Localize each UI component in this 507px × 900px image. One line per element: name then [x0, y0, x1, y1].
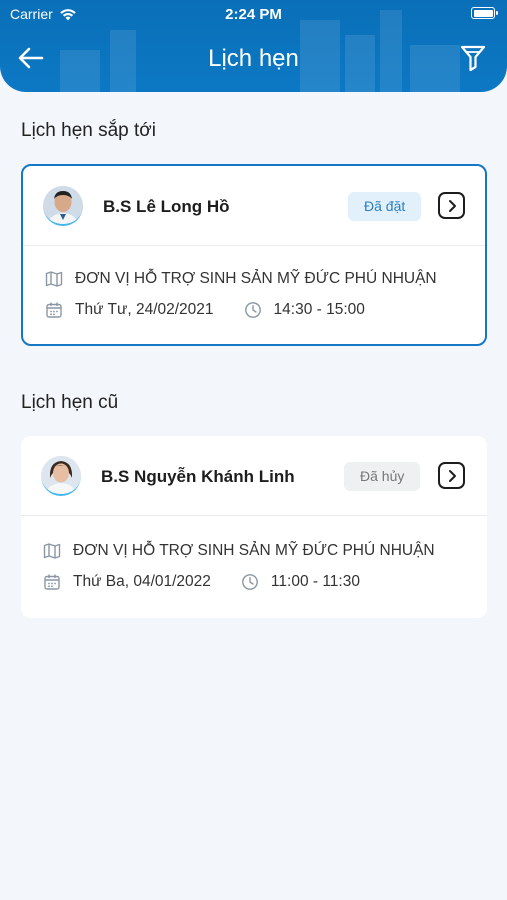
- status-badge: Đã đặt: [348, 192, 422, 221]
- status-time: 2:24 PM: [225, 6, 282, 23]
- nav-bar: Lịch hẹn: [0, 38, 507, 78]
- page-title: Lịch hẹn: [208, 45, 299, 72]
- appointment-card-header: B.S Nguyễn Khánh Linh Đã hủy: [21, 436, 487, 516]
- upcoming-section-title: Lịch hẹn sắp tới: [21, 120, 156, 141]
- status-badge: Đã hủy: [344, 462, 421, 491]
- chevron-right-icon: [448, 469, 456, 482]
- map-icon: [43, 543, 61, 559]
- date-text: Thứ Tư, 24/02/2021: [75, 301, 214, 318]
- chevron-right-icon: [448, 199, 456, 212]
- calendar-icon: [46, 302, 62, 318]
- clock-icon: [242, 574, 258, 590]
- doctor-portrait-female: [41, 456, 81, 494]
- avatar: [41, 456, 81, 496]
- status-bar: Carrier 2:24 PM: [0, 0, 507, 30]
- calendar-icon: [44, 574, 60, 590]
- datetime-row: Thứ Tư, 24/02/2021 14:30 - 15:00: [45, 301, 365, 319]
- details-button[interactable]: [438, 192, 465, 219]
- appointment-card-header: B.S Lê Long Hồ Đã đặt: [23, 166, 485, 246]
- doctor-portrait-male: [43, 186, 83, 224]
- details-button[interactable]: [438, 462, 465, 489]
- location-row: ĐƠN VỊ HỖ TRỢ SINH SẢN MỸ ĐỨC PHÚ NHUẬN: [43, 542, 435, 560]
- location-text: ĐƠN VỊ HỖ TRỢ SINH SẢN MỸ ĐỨC PHÚ NHUẬN: [75, 270, 437, 287]
- avatar: [43, 186, 83, 226]
- time-text: 11:00 - 11:30: [270, 573, 360, 590]
- location-text: ĐƠN VỊ HỖ TRỢ SINH SẢN MỸ ĐỨC PHÚ NHUẬN: [73, 542, 435, 559]
- time-text: 14:30 - 15:00: [273, 301, 365, 318]
- map-icon: [45, 271, 63, 287]
- appointment-card-past[interactable]: B.S Nguyễn Khánh Linh Đã hủy ĐƠN VỊ HỖ T…: [21, 436, 487, 618]
- date-text: Thứ Ba, 04/01/2022: [73, 573, 211, 590]
- battery-icon: [471, 7, 498, 19]
- past-section-title: Lịch hẹn cũ: [21, 392, 119, 413]
- app-header: Carrier 2:24 PM Lịch hẹn: [0, 0, 507, 92]
- datetime-row: Thứ Ba, 04/01/2022 11:00 - 11:30: [43, 573, 360, 591]
- clock-icon: [244, 302, 261, 318]
- location-row: ĐƠN VỊ HỖ TRỢ SINH SẢN MỸ ĐỨC PHÚ NHUẬN: [45, 270, 437, 288]
- filter-icon[interactable]: [459, 43, 487, 73]
- doctor-name: B.S Nguyễn Khánh Linh: [101, 467, 295, 486]
- appointment-card-upcoming[interactable]: B.S Lê Long Hồ Đã đặt ĐƠN VỊ HỖ TRỢ SINH…: [21, 164, 487, 346]
- doctor-name: B.S Lê Long Hồ: [103, 197, 230, 216]
